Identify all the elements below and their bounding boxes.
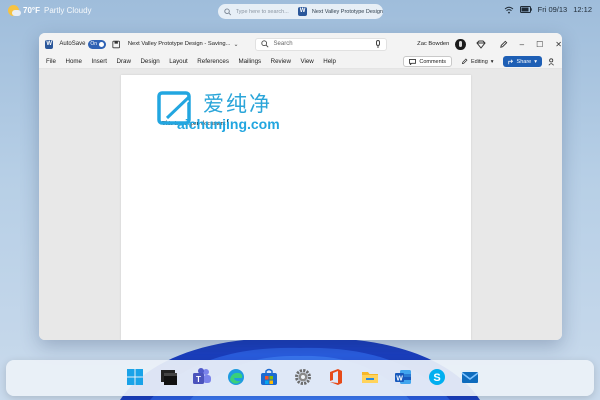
share-button[interactable]: Share ▾ [502,56,542,67]
start-icon[interactable] [124,366,146,388]
weather-widget[interactable]: 70°F Partly Cloudy [8,5,92,16]
date-label[interactable]: Fri 09/13 [538,5,568,14]
title-bar: W AutoSave On Next Valley Prototype Desi… [39,33,562,55]
word-icon[interactable]: W [392,366,414,388]
ribbon-actions: Comments Editing ▾ Share ▾ [403,56,542,67]
maximize-icon[interactable]: ☐ [536,40,543,49]
top-search-placeholder: Type here to search... [235,8,289,15]
search-icon [260,40,269,48]
word-icon: W [298,7,307,16]
top-status-bar: 70°F Partly Cloudy Type here to search..… [0,0,600,24]
comment-icon [409,58,417,65]
svg-text:W: W [396,375,403,382]
menu-view[interactable]: View [300,58,313,65]
avatar[interactable] [455,38,466,50]
battery-icon[interactable] [519,6,532,13]
watermark-url: aichunjing.com [177,116,280,132]
menu-review[interactable]: Review [271,58,291,65]
menu-layout[interactable]: Layout [169,58,188,65]
share-label: Share [516,58,532,65]
watermark: 爱纯净 aichunjing.com [157,89,322,135]
store-icon[interactable] [258,366,280,388]
autosave-toggle[interactable]: On [88,39,107,49]
watermark-chinese: 爱纯净 [203,92,272,116]
skype-icon[interactable]: S [426,366,448,388]
search-icon [224,8,232,15]
autosave-label: AutoSave [59,41,86,47]
comments-label: Comments [419,58,446,65]
document-title[interactable]: Next Valley Prototype Design - Saving... [128,41,231,47]
menu-insert[interactable]: Insert [92,58,107,65]
word-search-input[interactable]: Search [254,37,388,51]
chevron-down-icon: ▾ [490,58,494,65]
menu-draw[interactable]: Draw [116,58,130,65]
edge-icon[interactable] [225,366,247,388]
share-icon [507,58,513,64]
menu-file[interactable]: File [46,58,56,65]
menu-references[interactable]: References [197,58,229,65]
chevron-down-icon[interactable]: ⌄ [234,41,239,48]
svg-text:S: S [433,372,440,384]
save-icon[interactable] [112,40,121,49]
taskbar-apps: T W S [124,366,481,388]
minimize-icon[interactable]: – [520,40,524,49]
menu-home[interactable]: Home [65,58,82,65]
system-tray: Fri 09/13 12:12 [504,5,592,14]
menu-help[interactable]: Help [323,58,336,65]
chevron-down-icon: ▾ [534,58,537,65]
menu-design[interactable]: Design [140,58,159,65]
people-icon[interactable] [548,58,556,66]
comments-button[interactable]: Comments [403,56,452,67]
weather-condition: Partly Cloudy [43,6,92,15]
editing-label: Editing [470,58,488,65]
word-search-placeholder: Search [273,41,293,47]
wifi-icon[interactable] [504,6,514,14]
menu-mailings[interactable]: Mailings [238,58,261,65]
autosave-state: On [90,41,98,47]
pen-icon[interactable] [499,40,508,49]
user-name[interactable]: Zac Bowden [417,41,449,47]
terminal-icon[interactable] [158,366,180,388]
pencil-icon [461,58,468,65]
svg-text:T: T [196,375,201,384]
mail-icon[interactable] [459,366,481,388]
teams-icon[interactable]: T [191,366,213,388]
weather-temp: 70°F [23,6,40,15]
partly-cloudy-icon [8,5,21,16]
close-icon[interactable]: ✕ [555,40,562,49]
top-search-doc-title[interactable]: Next Valley Prototype Design [312,9,383,15]
microphone-icon[interactable] [375,40,381,48]
diamond-icon[interactable] [475,40,486,49]
office-icon[interactable] [325,366,347,388]
taskbar: T W S [6,360,594,396]
word-logo-icon: W [45,39,54,49]
word-window: W AutoSave On Next Valley Prototype Desi… [39,33,562,340]
file-explorer-icon[interactable] [359,366,381,388]
ribbon-menu-bar: File Home Insert Draw Design Layout Refe… [39,55,562,69]
top-search-box[interactable]: Type here to search... W Next Valley Pro… [218,4,383,19]
time-label[interactable]: 12:12 [573,5,592,14]
settings-gear-icon[interactable] [292,366,314,388]
editing-mode-button[interactable]: Editing ▾ [457,56,498,67]
